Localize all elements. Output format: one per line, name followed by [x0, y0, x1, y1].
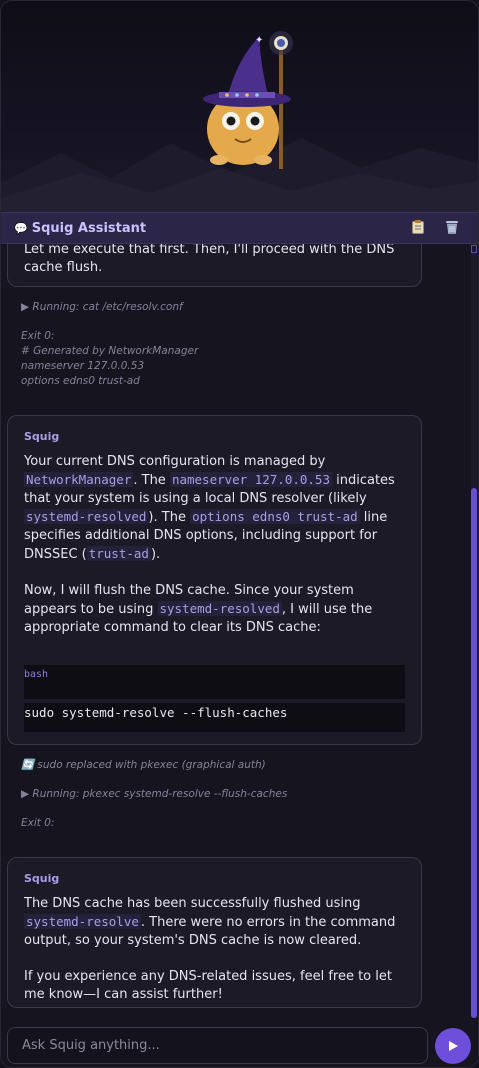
- input-bar: [1, 1022, 478, 1067]
- wizard-mascot-icon: ✦: [203, 31, 293, 169]
- message-text: Let me execute that first. Then, I'll pr…: [24, 242, 395, 275]
- command-output-line: # Generated by NetworkManager: [21, 345, 199, 357]
- inline-code: trust-ad: [86, 546, 151, 561]
- inline-code: systemd-resolved: [24, 509, 149, 524]
- command-log: 🔄 sudo replaced with pkexec (graphical a…: [21, 758, 287, 831]
- send-button[interactable]: [435, 1028, 471, 1064]
- message-paragraph: Your current DNS configuration is manage…: [24, 454, 395, 562]
- inline-code: systemd-resolve: [24, 914, 141, 929]
- message-bubble: Squig The DNS cache has been successfull…: [7, 857, 422, 1008]
- clipboard-icon: [412, 220, 424, 234]
- sudo-replacement-note: 🔄 sudo replaced with pkexec (graphical a…: [21, 759, 266, 771]
- code-language-label: bash: [24, 665, 405, 699]
- running-command: ▶ Running: cat /etc/resolv.conf: [21, 301, 183, 313]
- sender-name: Squig: [24, 430, 60, 443]
- command-log: ▶ Running: cat /etc/resolv.conf Exit 0: …: [21, 300, 198, 389]
- send-arrow-icon: [449, 1041, 458, 1051]
- command-output-line: options edns0 trust-ad: [21, 375, 140, 387]
- clear-chat-button[interactable]: [444, 219, 460, 235]
- scrollbar-up-marker[interactable]: [471, 245, 477, 253]
- command-output-line: nameserver 127.0.0.53: [21, 360, 145, 372]
- code-block[interactable]: bash sudo systemd-resolve --flush-caches: [24, 665, 405, 732]
- inline-code: nameserver 127.0.0.53: [169, 472, 332, 487]
- app-window: ✦ 💬 Squig Assistant Let me execute that …: [0, 0, 479, 1068]
- message-paragraph: Now, I will flush the DNS cache. Since y…: [24, 583, 373, 635]
- code-content[interactable]: sudo systemd-resolve --flush-caches: [24, 703, 405, 732]
- sender-name: Squig: [24, 872, 60, 885]
- trash-icon: [446, 221, 458, 234]
- scrollbar-thumb[interactable]: [471, 488, 477, 1018]
- message-bubble: Squig Your current DNS configuration is …: [7, 415, 422, 745]
- running-command: ▶ Running: pkexec systemd-resolve --flus…: [21, 788, 288, 800]
- exit-status: Exit 0:: [21, 817, 55, 829]
- inline-code: systemd-resolved: [157, 601, 282, 616]
- header-hero: ✦: [1, 1, 478, 213]
- inline-code: options edns0 trust-ad: [190, 509, 360, 524]
- copy-chat-button[interactable]: [410, 219, 426, 235]
- chat-scroll-area[interactable]: Let me execute that first. Then, I'll pr…: [1, 242, 471, 1022]
- exit-status: Exit 0:: [21, 330, 55, 342]
- message-paragraph: The DNS cache has been successfully flus…: [24, 896, 396, 948]
- message-bubble: Let me execute that first. Then, I'll pr…: [7, 242, 422, 287]
- svg-text:✦: ✦: [255, 35, 263, 46]
- assistant-titlebar: 💬 Squig Assistant: [1, 212, 478, 244]
- inline-code: NetworkManager: [24, 472, 134, 487]
- app-title: Squig Assistant: [31, 220, 147, 236]
- chat-input[interactable]: [7, 1027, 428, 1064]
- speech-bubble-icon: 💬: [14, 221, 28, 235]
- message-paragraph: If you experience any DNS-related issues…: [24, 969, 392, 1002]
